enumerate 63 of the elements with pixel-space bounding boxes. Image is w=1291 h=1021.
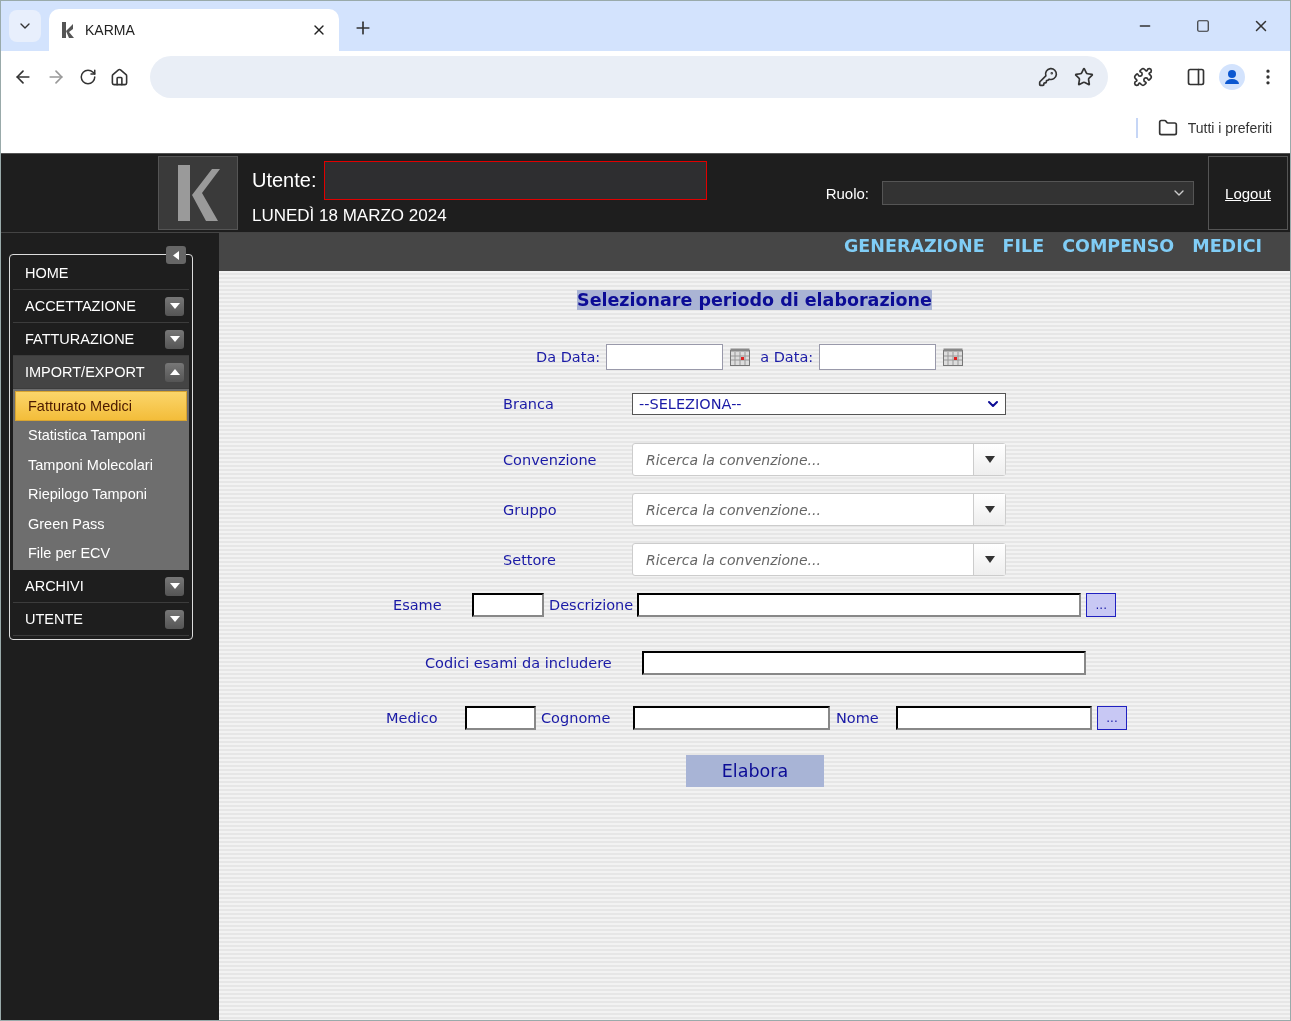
nav-link[interactable]: FILE: [1002, 236, 1045, 256]
submenu-item[interactable]: Fatturato Medici: [15, 391, 187, 421]
left-triangle-icon[interactable]: [173, 250, 179, 260]
exam-label: Esame: [393, 597, 443, 613]
codes-label: Codici esami da includere: [425, 655, 613, 671]
side-panel-icon[interactable]: [1186, 67, 1206, 87]
reload-icon[interactable]: [79, 68, 97, 86]
name-label: Nome: [835, 710, 880, 726]
sidebar-item[interactable]: HOME: [13, 257, 189, 290]
combo-label: Gruppo: [503, 501, 558, 518]
submenu-item[interactable]: Green Pass: [15, 509, 187, 539]
submenu-item[interactable]: File per ECV: [15, 538, 187, 568]
dropdown-arrow-icon[interactable]: [984, 556, 995, 563]
nav-link[interactable]: MEDICI: [1192, 236, 1262, 256]
user-label: Utente:: [252, 168, 317, 192]
bookmarks-folder[interactable]: Tutti i preferiti: [1187, 120, 1272, 136]
key-icon[interactable]: [1038, 67, 1058, 87]
date-text: LUNEDÌ 18 MARZO 2024: [252, 205, 448, 226]
codes-field[interactable]: [642, 651, 1086, 675]
logout-link[interactable]: Logout: [1225, 184, 1271, 202]
branca-select[interactable]: --SELEZIONA--: [632, 393, 1006, 415]
calendar-icon[interactable]: [730, 348, 751, 366]
sidebar-item[interactable]: IMPORT/EXPORT: [13, 356, 189, 389]
elabora-button[interactable]: Elabora: [686, 755, 824, 787]
to-date-field[interactable]: [819, 344, 937, 370]
submenu-item[interactable]: Riepilogo Tamponi: [15, 479, 187, 509]
browse-button[interactable]: ...: [1086, 593, 1117, 617]
calendar-icon[interactable]: [943, 348, 964, 366]
dropdown-arrow-icon[interactable]: [984, 456, 995, 463]
to-date-label: a Data:: [760, 349, 814, 365]
home-icon[interactable]: [110, 67, 129, 87]
collapse-button[interactable]: [166, 246, 186, 264]
surname-label: Cognome: [540, 710, 612, 726]
surname-field[interactable]: [633, 706, 830, 730]
user-field[interactable]: [324, 160, 708, 200]
exam-code-field[interactable]: [472, 593, 544, 617]
sidebar-item[interactable]: ARCHIVI: [13, 570, 189, 603]
folder-icon[interactable]: [1157, 118, 1178, 138]
from-date-field[interactable]: [606, 344, 724, 370]
role-label: Ruolo:: [825, 184, 869, 202]
sidebar-item[interactable]: ACCETTAZIONE: [13, 290, 189, 323]
k-logo-icon: [61, 22, 75, 38]
description-field[interactable]: [637, 593, 1082, 617]
doctor-label: Medico: [386, 710, 439, 726]
sidebar-item[interactable]: UTENTE: [13, 603, 189, 636]
combo-label: Convenzione: [503, 451, 598, 468]
combo-label: Settore: [503, 551, 557, 568]
browser-tab[interactable]: KARMA: [49, 9, 339, 51]
form-title: Selezionare periodo di elaborazione: [577, 290, 932, 310]
nav-link[interactable]: GENERAZIONE: [844, 236, 985, 256]
submenu-item[interactable]: Tamponi Molecolari: [15, 450, 187, 480]
branca-label: Branca: [503, 396, 555, 412]
nav-link[interactable]: COMPENSO: [1062, 236, 1175, 256]
profile-icon[interactable]: [1219, 64, 1245, 90]
from-date-label: Da Data:: [536, 349, 601, 365]
doctor-code-field[interactable]: [465, 706, 536, 730]
submenu-item[interactable]: Statistica Tamponi: [15, 420, 187, 450]
extensions-icon[interactable]: [1133, 67, 1153, 87]
browse-button[interactable]: ...: [1097, 706, 1127, 730]
dropdown-arrow-icon[interactable]: [984, 506, 995, 513]
star-icon[interactable]: [1074, 67, 1094, 87]
name-field[interactable]: [896, 706, 1092, 730]
description-label: Descrizione: [549, 597, 634, 613]
